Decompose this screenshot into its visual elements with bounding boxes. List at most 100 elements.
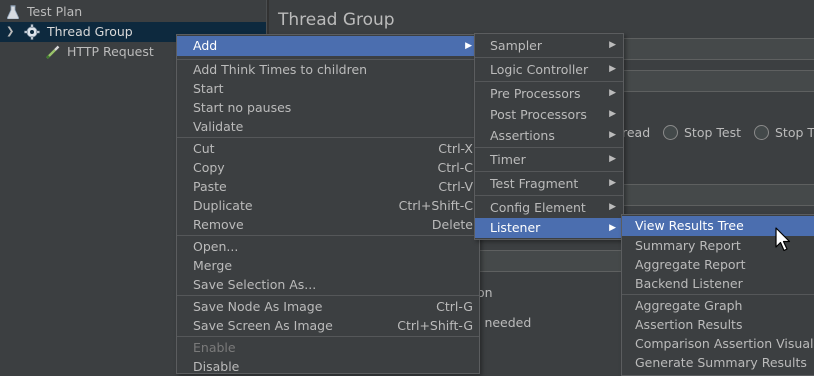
menu-item-post-processors[interactable]: Post Processors ▶ [475, 105, 623, 124]
menu-item-merge[interactable]: Merge [177, 256, 479, 275]
add-submenu: Sampler ▶ Logic Controller ▶ Pre Processor… [474, 33, 624, 240]
menu-item-start-no-pauses[interactable]: Start no pauses [177, 98, 479, 117]
menu-separator [622, 294, 814, 295]
menu-item-add-think-times[interactable]: Add Think Times to children [177, 60, 479, 79]
menu-item-open[interactable]: Open... [177, 237, 479, 256]
menu-item-label: Config Element [490, 200, 586, 215]
menu-item-generate-summary-results[interactable]: Generate Summary Results [622, 353, 814, 372]
menu-item-sampler[interactable]: Sampler ▶ [475, 36, 623, 55]
menu-item-timer[interactable]: Timer ▶ [475, 150, 623, 169]
menu-item-paste[interactable]: Paste Ctrl-V [177, 177, 479, 196]
tree-item-label: Test Plan [27, 4, 83, 19]
menu-separator [475, 171, 623, 172]
menu-item-test-fragment[interactable]: Test Fragment ▶ [475, 174, 623, 193]
menu-separator [177, 137, 479, 138]
menu-item-logic-controller[interactable]: Logic Controller ▶ [475, 60, 623, 79]
menu-item-label: Aggregate Graph [635, 298, 743, 313]
menu-item-label: Save Screen As Image [193, 318, 333, 333]
menu-item-label: Disable [193, 359, 240, 374]
tree-item-test-plan[interactable]: Test Plan [0, 2, 266, 22]
menu-item-label: Paste [193, 179, 227, 194]
option-text: l needed [477, 315, 532, 330]
option-text: read [622, 125, 651, 140]
menu-item-disable[interactable]: Disable [177, 357, 479, 376]
menu-item-label: Listener [490, 220, 541, 235]
menu-separator [177, 295, 479, 296]
submenu-arrow-icon: ▶ [609, 154, 616, 164]
menu-item-enable: Enable [177, 338, 479, 357]
menu-item-cut[interactable]: Cut Ctrl-X [177, 139, 479, 158]
menu-item-label: Timer [490, 152, 526, 167]
menu-item-copy[interactable]: Copy Ctrl-C [177, 158, 479, 177]
submenu-arrow-icon: ▶ [465, 41, 472, 51]
submenu-arrow-icon: ▶ [609, 223, 616, 233]
menu-item-assertions[interactable]: Assertions ▶ [475, 126, 623, 145]
menu-item-backend-listener[interactable]: Backend Listener [622, 274, 814, 293]
menu-item-label: Summary Report [635, 238, 741, 253]
menu-item-label: Backend Listener [635, 276, 743, 291]
menu-separator [475, 81, 623, 82]
submenu-arrow-icon: ▶ [609, 202, 616, 212]
shortcut-label: Ctrl-G [436, 299, 473, 314]
menu-separator [475, 57, 623, 58]
menu-item-label: Comparison Assertion Visual [635, 336, 814, 351]
menu-item-pre-processors[interactable]: Pre Processors ▶ [475, 84, 623, 103]
menu-item-label: Merge [193, 258, 233, 273]
shortcut-label: Delete [431, 217, 473, 232]
menu-item-label: Post Processors [490, 107, 587, 122]
menu-separator [475, 195, 623, 196]
menu-item-add[interactable]: Add ▶ [177, 36, 479, 56]
menu-item-aggregate-graph[interactable]: Aggregate Graph [622, 296, 814, 315]
menu-item-label: Add [193, 38, 218, 53]
menu-item-label: Add Think Times to children [193, 62, 368, 77]
menu-item-label: Aggregate Report [635, 257, 746, 272]
shortcut-label: Ctrl-V [438, 179, 473, 194]
stop-test-now-label: Stop T [775, 125, 814, 140]
menu-item-remove[interactable]: Remove Delete [177, 215, 479, 234]
stop-test-now-radio[interactable] [754, 125, 769, 140]
shortcut-label: Ctrl+Shift-G [397, 318, 473, 333]
chevron-down-icon[interactable]: ❯ [6, 22, 14, 42]
submenu-arrow-icon: ▶ [609, 178, 616, 188]
menu-item-label: Start [193, 81, 224, 96]
gear-icon [24, 24, 40, 40]
submenu-arrow-icon: ▶ [609, 109, 616, 119]
menu-item-label: Cut [193, 141, 215, 156]
menu-item-label: Assertions [490, 128, 555, 143]
menu-item-save-node-as-image[interactable]: Save Node As Image Ctrl-G [177, 297, 479, 316]
menu-separator [177, 336, 479, 337]
menu-item-label: Assertion Results [635, 317, 743, 332]
flask-icon [7, 5, 19, 19]
menu-item-aggregate-report[interactable]: Aggregate Report [622, 255, 814, 274]
pipette-icon [45, 44, 61, 60]
menu-item-label: Remove [193, 217, 244, 232]
menu-item-label: Pre Processors [490, 86, 581, 101]
menu-item-validate[interactable]: Validate [177, 117, 479, 136]
tree-item-label: Thread Group [47, 24, 133, 39]
menu-item-label: Validate [193, 119, 244, 134]
menu-item-label: Sampler [490, 38, 543, 53]
menu-item-save-screen-as-image[interactable]: Save Screen As Image Ctrl+Shift-G [177, 316, 479, 335]
shortcut-label: Ctrl-X [438, 141, 473, 156]
shortcut-label: Ctrl+Shift-C [398, 198, 473, 213]
context-menu: Add ▶ Add Think Times to children Start … [176, 34, 480, 374]
menu-item-label: Start no pauses [193, 100, 292, 115]
submenu-arrow-icon: ▶ [609, 64, 616, 74]
menu-item-comparison-assertion-visual[interactable]: Comparison Assertion Visual [622, 334, 814, 353]
menu-item-label: Duplicate [193, 198, 253, 213]
menu-item-label: Test Fragment [490, 176, 579, 191]
stop-test-radio[interactable] [663, 125, 678, 140]
menu-item-label: Save Selection As... [193, 277, 317, 292]
menu-item-label: Generate Summary Results [635, 355, 807, 370]
menu-item-assertion-results[interactable]: Assertion Results [622, 315, 814, 334]
menu-separator [475, 147, 623, 148]
menu-item-save-selection-as[interactable]: Save Selection As... [177, 275, 479, 294]
menu-item-duplicate[interactable]: Duplicate Ctrl+Shift-C [177, 196, 479, 215]
submenu-arrow-icon: ▶ [609, 88, 616, 98]
menu-item-listener[interactable]: Listener ▶ [475, 218, 623, 238]
menu-item-start[interactable]: Start [177, 79, 479, 98]
menu-item-config-element[interactable]: Config Element ▶ [475, 198, 623, 217]
mouse-cursor-icon [775, 227, 791, 253]
menu-item-label: Enable [193, 340, 236, 355]
menu-item-label: Logic Controller [490, 62, 589, 77]
